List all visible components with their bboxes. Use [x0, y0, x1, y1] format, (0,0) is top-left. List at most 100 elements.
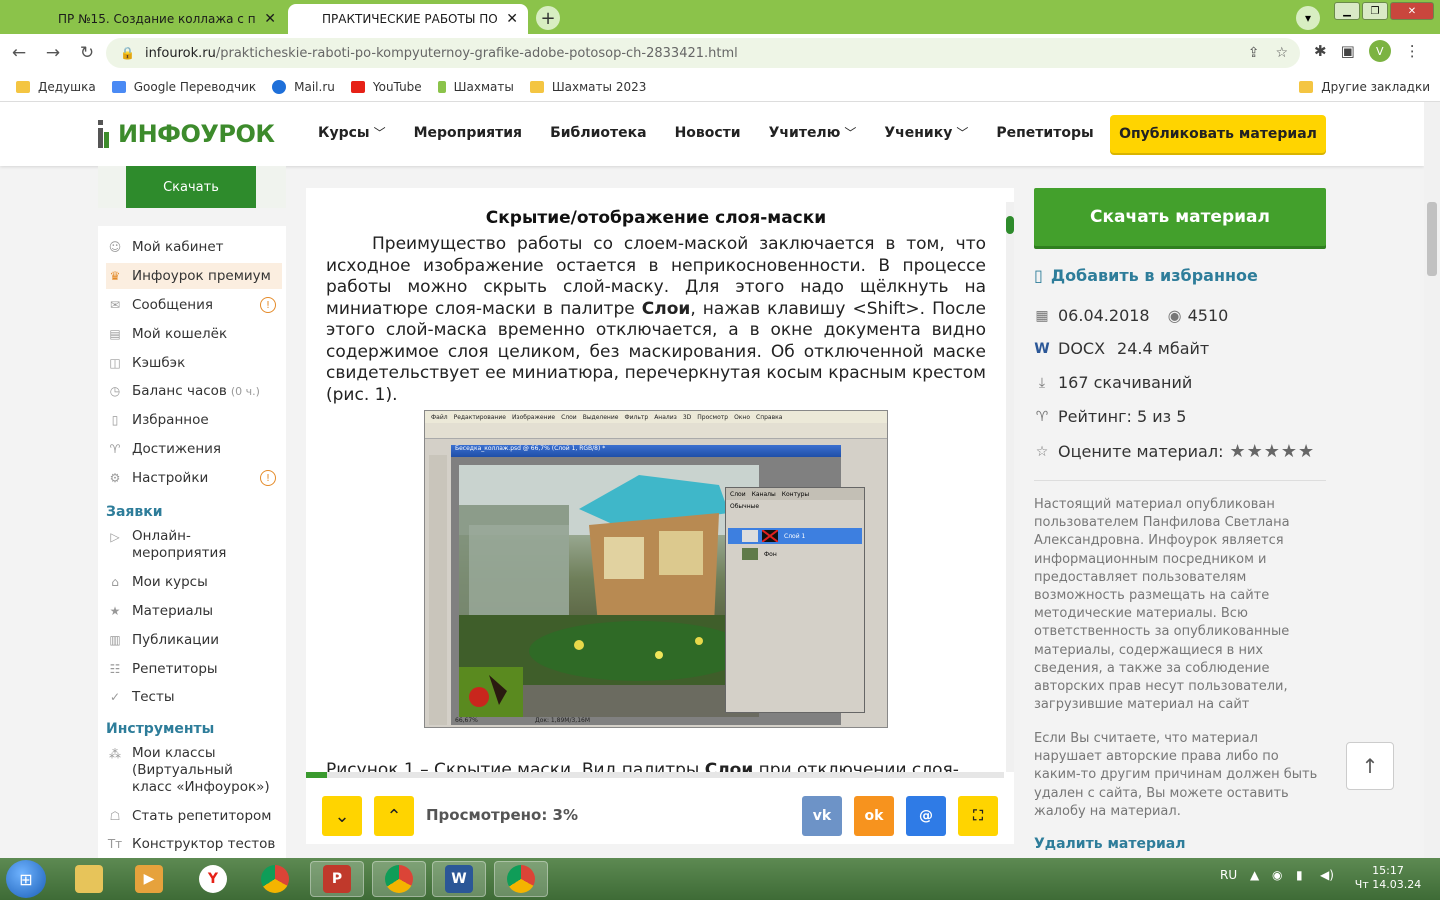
complaint-notice: Если Вы считаете, что материал нарушает …	[1034, 731, 1318, 819]
network-icon[interactable]: ▮	[1296, 868, 1303, 882]
graduation-icon: ⌂	[111, 575, 119, 589]
close-icon[interactable]: ✕	[506, 11, 518, 27]
word-file-icon: W	[1034, 340, 1050, 357]
start-button[interactable]: ⊞	[6, 860, 46, 898]
vk-share-button[interactable]: vk	[802, 796, 842, 836]
sidebar-item-wallet[interactable]: ▤ Мой кошелёк	[106, 321, 282, 347]
bookmark-star-icon[interactable]: ☆	[1275, 45, 1288, 61]
sidebar-download-button[interactable]: Скачать	[126, 166, 256, 208]
sidebar-item-premium[interactable]: ♛ Инфоурок премиум	[106, 263, 282, 289]
nav-library[interactable]: Библиотека	[550, 124, 647, 141]
taskbar-media-player[interactable]: ▶	[122, 861, 176, 897]
sidebar-item-test-builder[interactable]: Tт Конструктор тестов	[106, 831, 282, 857]
document-scrollbar[interactable]	[1006, 202, 1014, 772]
minimize-button[interactable]: ▁	[1334, 2, 1360, 20]
forward-button[interactable]: →	[38, 38, 68, 68]
tray-expand-icon[interactable]: ▲	[1250, 868, 1259, 882]
sidebar-item-settings[interactable]: ⚙ Настройки!	[106, 465, 282, 491]
bookmark-item[interactable]: Mail.ru	[272, 79, 335, 94]
text-icon: Tт	[107, 837, 123, 851]
site-logo[interactable]: ИНФОУРОК	[98, 120, 275, 148]
nav-news[interactable]: Новости	[675, 124, 741, 141]
sidebar-item-tests[interactable]: ✓ Тесты	[106, 684, 282, 710]
scroll-up-button[interactable]: ⌃	[374, 796, 414, 836]
taskbar-chrome-2[interactable]	[372, 861, 426, 897]
nav-tutors[interactable]: Репетиторы	[996, 124, 1093, 141]
tab-search-button[interactable]: ▾	[1296, 6, 1320, 30]
tab-pinned[interactable]: @	[8, 4, 1058, 184]
bookmark-icon: ▯	[1034, 266, 1043, 285]
back-to-top-button[interactable]: ↑	[1346, 742, 1394, 790]
taskbar-chrome[interactable]	[248, 861, 302, 897]
bookmark-item[interactable]: Шахматы	[437, 80, 514, 94]
mail-ru-icon	[272, 79, 287, 94]
reading-progress-bar	[306, 772, 1004, 778]
sidebar-item-my-classes[interactable]: ⁂ Мои классы (Виртуальный класс «Инфоурок»)	[106, 745, 282, 796]
sidebar-item-become-tutor[interactable]: ☖ Стать репетитором	[106, 803, 282, 829]
page-scrollbar[interactable]	[1424, 102, 1440, 858]
bookmark-item[interactable]: Google Переводчик	[111, 80, 256, 94]
sidebar-item-favorites[interactable]: ▯ Избранное	[106, 407, 282, 433]
tray-app-icon[interactable]: ◉	[1272, 868, 1282, 882]
sidebar-item-cashback[interactable]: ◫ Кэшбэк	[106, 350, 282, 376]
reload-button[interactable]: ↻	[72, 38, 102, 68]
tab-practical[interactable]: ПРАКТИЧЕСКИЕ РАБОТЫ ПО КО ✕	[288, 4, 528, 34]
sidebar-item-materials[interactable]: ★ Материалы	[106, 598, 282, 624]
download-material-button[interactable]: Скачать материал	[1034, 188, 1326, 246]
crown-icon: ♛	[109, 269, 121, 283]
profile-avatar[interactable]: V	[1368, 40, 1391, 62]
menu-dots-icon[interactable]: ⋮	[1405, 42, 1420, 60]
taskbar-chrome-profile[interactable]	[494, 861, 548, 897]
sidebar-item-achievements[interactable]: ♈ Достижения	[106, 436, 282, 462]
document-content[interactable]: Скрытие/отображение слоя-маски Преимущес…	[326, 208, 986, 778]
rating-stars[interactable]: ★★★★★	[1229, 441, 1315, 462]
nav-student[interactable]: Ученику ﹀	[884, 124, 968, 141]
nav-courses[interactable]: Курсы ﹀	[318, 124, 386, 141]
new-tab-button[interactable]: +	[536, 6, 560, 30]
sidebar-item-messages[interactable]: ✉ Сообщения!	[106, 292, 282, 318]
nav-teacher[interactable]: Учителю ﹀	[769, 124, 857, 141]
url-field[interactable]: 🔒 infourok.ru/prakticheskie-raboti-po-ko…	[106, 38, 1300, 68]
maximize-button[interactable]: ❐	[1362, 2, 1388, 20]
publish-material-button[interactable]: Опубликовать материал	[1110, 115, 1326, 153]
extensions-icon[interactable]: ✱	[1314, 42, 1327, 60]
delete-material-link[interactable]: Удалить материал	[1034, 836, 1185, 852]
bookmark-item[interactable]: Дедушка	[16, 80, 96, 94]
input-language[interactable]: RU	[1220, 868, 1237, 882]
scroll-down-button[interactable]: ⌄	[322, 796, 362, 836]
sidebar-item-tutors[interactable]: ☷ Репетиторы	[106, 656, 282, 682]
fullscreen-button[interactable]: ⛶	[958, 796, 998, 836]
other-bookmarks[interactable]: Другие закладки	[1299, 80, 1430, 94]
back-button[interactable]: ←	[4, 38, 34, 68]
mailru-share-button[interactable]: @	[906, 796, 946, 836]
sidebar-item-cabinet[interactable]: ☺ Мой кабинет	[106, 234, 282, 260]
ok-share-button[interactable]: ok	[854, 796, 894, 836]
sidebar-item-online-events[interactable]: ▷ Онлайн-мероприятия	[106, 528, 282, 562]
taskbar-word[interactable]: W	[432, 861, 486, 897]
folder-icon	[75, 865, 103, 893]
bookmark-item[interactable]: Шахматы 2023	[529, 80, 646, 94]
volume-icon[interactable]: ◀)	[1320, 868, 1334, 882]
document-scroll-thumb[interactable]	[1006, 216, 1014, 234]
close-icon[interactable]: ✕	[264, 11, 276, 27]
sidebar-item-publications[interactable]: ▥ Публикации	[106, 627, 282, 653]
taskbar-present[interactable]: P	[310, 861, 364, 897]
tab-collage[interactable]: @ ПР №15. Создание коллажа с п ✕	[48, 4, 1098, 184]
sidebar-item-my-courses[interactable]: ⌂ Мои курсы	[106, 569, 282, 595]
bookmark-item[interactable]: YouTube	[350, 80, 422, 94]
nav-events[interactable]: Мероприятия	[414, 124, 522, 141]
side-panel-icon[interactable]: ▣	[1341, 42, 1355, 60]
alert-badge: !	[260, 297, 276, 313]
page-scroll-thumb[interactable]	[1427, 202, 1437, 276]
add-to-favorites-link[interactable]: ▯ Добавить в избранное	[1034, 266, 1258, 285]
system-clock[interactable]: 15:17 Чт 14.03.24	[1348, 864, 1428, 892]
cashback-icon: ◫	[109, 356, 121, 370]
taskbar-explorer[interactable]	[62, 861, 116, 897]
share-icon[interactable]: ⇪	[1248, 45, 1260, 61]
window-close-button[interactable]: ✕	[1390, 2, 1434, 20]
taskbar-yandex[interactable]: Y	[186, 861, 240, 897]
ps-toolbox	[429, 455, 447, 725]
sidebar-item-hours[interactable]: ◷ Баланс часов (0 ч.)	[106, 378, 282, 404]
publisher-notice: Настоящий материал опубликован пользоват…	[1034, 497, 1290, 713]
account-sidebar: ☺ Мой кабинет ♛ Инфоурок премиум ✉ Сообщени…	[98, 226, 286, 858]
